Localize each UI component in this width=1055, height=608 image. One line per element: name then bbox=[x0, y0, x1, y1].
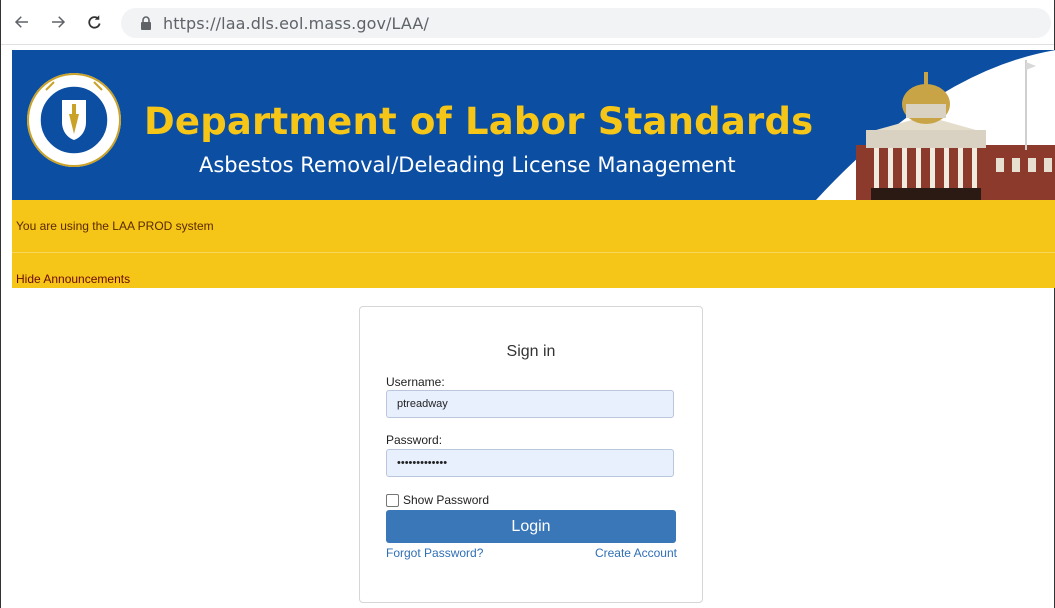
url-text: https://laa.dls.eol.mass.gov/LAA/ bbox=[163, 13, 429, 33]
reload-icon[interactable] bbox=[83, 11, 105, 33]
password-input[interactable] bbox=[386, 449, 674, 477]
banner-title: Department of Labor Standards bbox=[144, 100, 814, 143]
username-input[interactable] bbox=[386, 390, 674, 418]
hide-announcements-link[interactable]: Hide Announcements bbox=[16, 272, 130, 286]
forward-arrow-icon[interactable] bbox=[47, 11, 69, 33]
massachusetts-seal-icon bbox=[25, 71, 123, 169]
browser-toolbar: https://laa.dls.eol.mass.gov/LAA/ bbox=[1, 0, 1054, 45]
address-bar[interactable]: https://laa.dls.eol.mass.gov/LAA/ bbox=[121, 8, 1051, 38]
announcement-divider bbox=[12, 252, 1055, 253]
back-arrow-icon[interactable] bbox=[11, 11, 33, 33]
signin-heading: Sign in bbox=[506, 343, 556, 360]
announcement-bar: You are using the LAA PROD system Hide A… bbox=[12, 200, 1055, 288]
state-house-image bbox=[816, 50, 1055, 200]
forgot-password-link[interactable]: Forgot Password? bbox=[386, 546, 483, 560]
signin-panel: Sign in Username: Password: Show Passwor… bbox=[359, 306, 703, 603]
create-account-link[interactable]: Create Account bbox=[595, 546, 677, 560]
header-banner: Department of Labor Standards Asbestos R… bbox=[12, 50, 1055, 200]
login-button[interactable]: Login bbox=[386, 510, 676, 543]
banner-subtitle: Asbestos Removal/Deleading License Manag… bbox=[199, 153, 736, 177]
username-label: Username: bbox=[386, 375, 445, 389]
password-label: Password: bbox=[386, 433, 443, 447]
lock-icon bbox=[141, 16, 151, 30]
show-password-checkbox[interactable] bbox=[386, 493, 399, 507]
show-password-label: Show Password bbox=[403, 493, 490, 507]
show-password-toggle[interactable]: Show Password bbox=[386, 493, 489, 507]
system-notice: You are using the LAA PROD system bbox=[16, 219, 214, 233]
